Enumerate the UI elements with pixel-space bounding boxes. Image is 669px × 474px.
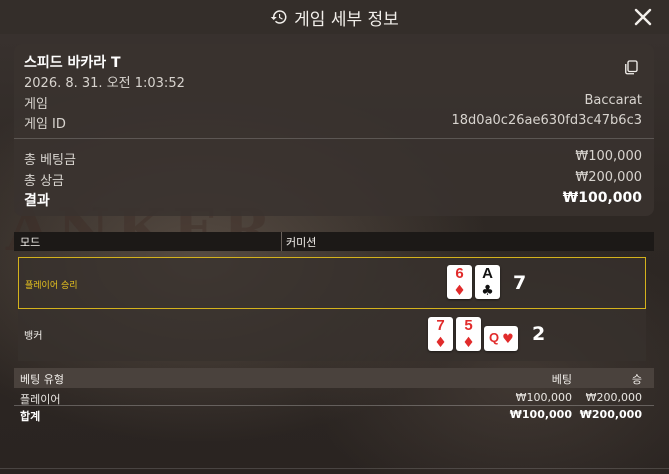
heart-suit-icon: ♥ xyxy=(502,332,514,347)
bet-type: 플레이어 xyxy=(20,393,61,406)
total-win-value: ₩200,000 xyxy=(575,170,642,185)
player-score: 7 xyxy=(513,272,527,294)
card-rank: 6 xyxy=(455,265,464,282)
total-bet-amount: ₩100,000 xyxy=(509,408,572,421)
mode-header: 모드 커미션 xyxy=(14,232,654,251)
banker-outcome-label: 뱅커 xyxy=(24,331,43,342)
bet-win: ₩200,000 xyxy=(585,391,642,404)
playing-card: 5 ♦ xyxy=(456,317,481,351)
playing-card: A ♣ xyxy=(475,265,500,299)
total-bet-label: 총 베팅금 xyxy=(24,153,76,168)
table-row: 플레이어 ₩100,000 ₩200,000 xyxy=(14,389,654,406)
divider xyxy=(0,468,669,469)
game-info-card: 스피드 바카라 T 2026. 8. 31. 오전 1:03:52 게임 Bac… xyxy=(14,44,654,216)
card-rank: 7 xyxy=(436,317,445,334)
playing-card: 6 ♦ xyxy=(447,265,472,299)
history-icon xyxy=(270,10,287,24)
total-win-row: 총 상금 ₩200,000 xyxy=(24,170,642,189)
bet-type-header: 베팅 유형 xyxy=(20,373,64,386)
diamond-suit-icon: ♦ xyxy=(453,283,466,299)
game-label: 게임 xyxy=(24,97,48,112)
game-name: 스피드 바카라 T xyxy=(24,55,121,71)
total-bet-row: 총 베팅금 ₩100,000 xyxy=(24,149,642,168)
bet-table-header: 베팅 유형 베팅 승 xyxy=(14,368,654,388)
banker-score: 2 xyxy=(532,323,546,345)
commission-label: 커미션 xyxy=(286,236,317,249)
total-row: 합계 ₩100,000 ₩200,000 xyxy=(14,406,654,423)
divider xyxy=(281,232,282,251)
playing-card: 7 ♦ xyxy=(428,317,453,351)
club-suit-icon: ♣ xyxy=(481,283,494,299)
banker-outcome: 뱅커 7 ♦ 5 ♦ Q ♥ 2 xyxy=(18,309,646,361)
result-value: ₩100,000 xyxy=(562,190,642,206)
diamond-suit-icon: ♦ xyxy=(462,335,475,351)
close-icon[interactable] xyxy=(631,5,655,29)
result-label: 결과 xyxy=(24,193,50,209)
modal-header: 게임 세부 정보 xyxy=(0,0,669,34)
game-id-value: 18d0a0c26ae630fd3c47b6c3 xyxy=(451,113,643,128)
total-label: 합계 xyxy=(20,410,41,423)
game-id-label: 게임 ID xyxy=(24,117,66,132)
game-value: Baccarat xyxy=(584,93,642,108)
modal-title: 게임 세부 정보 xyxy=(270,5,399,30)
total-win-amount: ₩200,000 xyxy=(579,408,642,421)
game-row: 게임 Baccarat xyxy=(24,93,642,112)
result-row: 결과 ₩100,000 xyxy=(24,190,642,210)
player-outcome-label: 플레이어 승리 xyxy=(25,281,78,291)
bet-amount: ₩100,000 xyxy=(515,391,572,404)
playing-card-third: Q ♥ xyxy=(484,326,518,351)
bet-amount-header: 베팅 xyxy=(551,373,572,386)
game-id-row: 게임 ID 18d0a0c26ae630fd3c47b6c3 xyxy=(24,113,642,132)
game-datetime: 2026. 8. 31. 오전 1:03:52 xyxy=(24,76,185,91)
mode-label: 모드 xyxy=(20,236,41,249)
card-rank: A xyxy=(482,265,493,282)
copy-icon[interactable] xyxy=(622,58,640,76)
total-win-label: 총 상금 xyxy=(24,174,65,189)
card-rank: Q xyxy=(488,330,500,345)
player-cards: 6 ♦ A ♣ xyxy=(447,265,500,299)
card-rank: 5 xyxy=(464,317,473,334)
modal-title-text: 게임 세부 정보 xyxy=(294,9,399,30)
divider xyxy=(14,138,654,139)
total-bet-value: ₩100,000 xyxy=(575,149,642,164)
banker-cards: 7 ♦ 5 ♦ Q ♥ xyxy=(428,317,518,351)
bet-win-header: 승 xyxy=(631,373,642,386)
player-outcome: 플레이어 승리 6 ♦ A ♣ 7 xyxy=(18,257,646,309)
diamond-suit-icon: ♦ xyxy=(434,335,447,351)
